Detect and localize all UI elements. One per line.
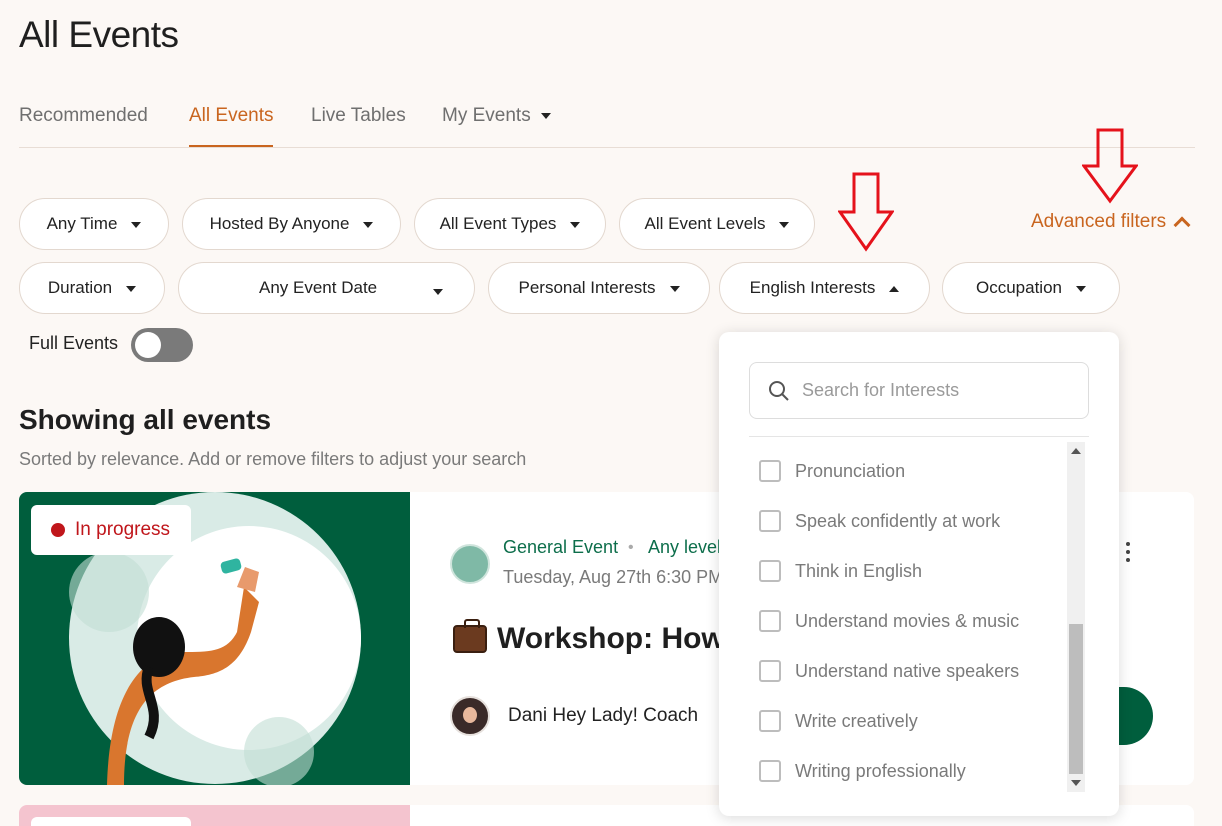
caret-down-icon <box>433 289 443 295</box>
results-heading: Showing all events <box>19 404 272 435</box>
annotation-arrow-icon <box>838 172 894 252</box>
tab-label: Live Tables <box>311 105 406 126</box>
checkbox[interactable] <box>759 510 781 532</box>
dropdown-scrollbar[interactable] <box>1067 442 1085 792</box>
option-label: Write creatively <box>795 710 918 731</box>
filter-label: Hosted By Anyone <box>209 214 350 233</box>
tab-live-tables[interactable]: Live Tables <box>311 105 406 145</box>
briefcase-icon <box>453 619 487 653</box>
page-title: All Events <box>19 14 179 55</box>
filter-label: Any Event Date <box>259 278 378 297</box>
caret-down-icon <box>779 222 790 228</box>
tab-all-events[interactable]: All Events <box>189 105 274 147</box>
divider <box>749 436 1089 437</box>
host-name: Dani Hey Lady! Coach <box>508 705 699 726</box>
event-type: General Event <box>503 537 619 557</box>
filter-label: Any Time <box>46 214 118 233</box>
event-title[interactable]: Workshop: How <box>453 619 725 656</box>
caret-down-icon <box>126 286 137 292</box>
filter-label: Personal Interests <box>518 278 656 297</box>
tab-label: Recommended <box>19 105 148 126</box>
event-title-text: Workshop: How <box>497 622 725 655</box>
checkbox[interactable] <box>759 660 781 682</box>
caret-down-icon <box>363 222 374 228</box>
filter-hosted-by[interactable]: Hosted By Anyone <box>182 198 401 250</box>
caret-up-icon <box>889 286 900 292</box>
scrollbar-thumb[interactable] <box>1069 624 1083 774</box>
checkbox[interactable] <box>759 610 781 632</box>
interests-search-input[interactable] <box>802 380 1062 401</box>
checkbox[interactable] <box>759 760 781 782</box>
filter-event-date[interactable]: Any Event Date <box>178 262 475 314</box>
results-subtitle: Sorted by relevance. Add or remove filte… <box>19 449 527 469</box>
filter-occupation[interactable]: Occupation <box>942 262 1120 314</box>
filter-duration[interactable]: Duration <box>19 262 165 314</box>
event-level: Any level <box>648 537 722 557</box>
advanced-filters-toggle[interactable]: Advanced filters <box>1031 211 1191 234</box>
event-date: Tuesday, Aug 27th 6:30 PM <box>503 567 724 587</box>
caret-down-icon <box>131 222 142 228</box>
scroll-down-icon[interactable] <box>1071 780 1081 786</box>
interest-option[interactable]: Think in English <box>759 546 1059 596</box>
interest-option[interactable]: Writing professionally <box>759 746 1059 796</box>
interests-search[interactable] <box>749 362 1089 419</box>
tab-my-events[interactable]: My Events <box>442 105 551 145</box>
advanced-filters-label: Advanced filters <box>1031 211 1167 232</box>
option-label: Pronunciation <box>795 460 906 481</box>
english-interests-dropdown: Pronunciation Speak confidently at work … <box>719 332 1119 816</box>
option-label: Speak confidently at work <box>795 510 1001 531</box>
full-events-toggle[interactable] <box>131 328 193 362</box>
filter-personal-interests[interactable]: Personal Interests <box>488 262 710 314</box>
filter-event-levels[interactable]: All Event Levels <box>619 198 815 250</box>
more-options-icon[interactable] <box>1125 542 1131 564</box>
interest-option[interactable]: Speak confidently at work <box>759 496 1059 546</box>
checkbox[interactable] <box>759 460 781 482</box>
caret-down-icon <box>669 286 680 292</box>
interest-option[interactable]: Understand movies & music <box>759 596 1059 646</box>
search-icon <box>769 380 789 401</box>
interests-options-list: Pronunciation Speak confidently at work … <box>759 446 1059 796</box>
option-label: Understand native speakers <box>795 660 1020 681</box>
meta-separator: • <box>628 539 634 556</box>
status-badge <box>31 817 191 826</box>
filter-english-interests[interactable]: English Interests <box>719 262 930 314</box>
option-label: Think in English <box>795 560 923 581</box>
full-events-label: Full Events <box>29 333 119 353</box>
caret-down-icon <box>540 112 551 119</box>
tab-recommended[interactable]: Recommended <box>19 105 148 145</box>
tab-label: All Events <box>189 105 274 126</box>
caret-down-icon <box>570 222 581 228</box>
interest-option[interactable]: Understand native speakers <box>759 646 1059 696</box>
filter-label: All Event Levels <box>644 214 766 233</box>
filter-label: Duration <box>47 278 113 297</box>
chevron-up-icon <box>1173 216 1191 234</box>
caret-down-icon <box>1076 286 1086 292</box>
tab-label: My Events <box>442 105 531 126</box>
toggle-knob <box>135 332 161 358</box>
status-label: In progress <box>75 519 171 540</box>
interest-option[interactable]: Write creatively <box>759 696 1059 746</box>
filter-label: All Event Types <box>439 214 557 233</box>
host-avatar <box>450 696 490 736</box>
annotation-arrow-icon <box>1082 128 1138 204</box>
scroll-up-icon[interactable] <box>1071 448 1081 454</box>
option-label: Understand movies & music <box>795 610 1020 631</box>
status-badge: In progress <box>31 505 191 555</box>
interest-option[interactable]: Pronunciation <box>759 446 1059 496</box>
checkbox[interactable] <box>759 560 781 582</box>
filter-any-time[interactable]: Any Time <box>19 198 169 250</box>
filter-label: Occupation <box>976 278 1062 297</box>
status-dot-icon <box>51 523 65 537</box>
coffee-cup-icon <box>450 544 490 584</box>
checkbox[interactable] <box>759 710 781 732</box>
option-label: Writing professionally <box>795 760 966 781</box>
filter-label: English Interests <box>749 278 876 297</box>
event-tabs: Recommended All Events Live Tables My Ev… <box>19 100 1195 148</box>
filter-event-types[interactable]: All Event Types <box>414 198 606 250</box>
